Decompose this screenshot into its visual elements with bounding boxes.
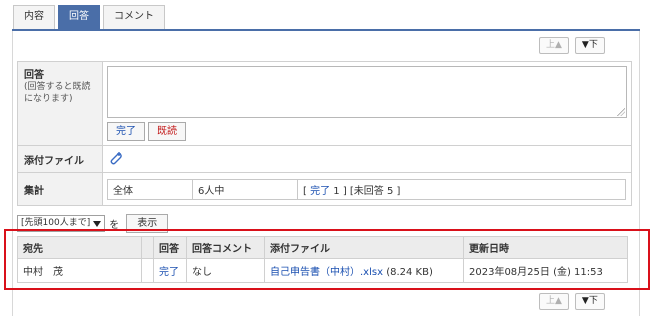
answer-form: 回答 (回答すると既読になります) 完了 既読 添付ファイル 集計 全体 6人中… <box>17 61 632 206</box>
nav-top: 上▲ ▼下 <box>539 37 605 54</box>
summary-cell: 全体 6人中 [ 完了 1 ] [未回答 5 ] <box>102 172 632 206</box>
summary-done-link[interactable]: 完了 <box>310 186 330 197</box>
up-button-bottom[interactable]: 上▲ <box>539 293 569 310</box>
tab-bar: 内容 回答 コメント <box>13 5 165 29</box>
answer-note: (回答すると既読になります) <box>24 82 91 104</box>
down-button-bottom[interactable]: ▼下 <box>574 293 605 310</box>
resize-handle-icon[interactable] <box>617 108 625 116</box>
read-button[interactable]: 既読 <box>148 122 186 141</box>
chevron-down-icon <box>93 220 102 227</box>
summary-count: 6人中 <box>192 178 298 200</box>
nav-bottom: 上▲ ▼下 <box>539 293 605 310</box>
summary-status: [ 完了 1 ] [未回答 5 ] <box>297 178 626 200</box>
up-button[interactable]: 上▲ <box>539 37 569 54</box>
attachment-cell <box>102 145 632 173</box>
summary-label: 集計 <box>17 172 103 206</box>
answer-value-cell: 完了 既読 <box>102 61 632 146</box>
paperclip-add-icon[interactable] <box>109 151 123 168</box>
summary-table: 全体 6人中 [ 完了 1 ] [未回答 5 ] <box>107 178 626 200</box>
answer-buttons: 完了 既読 <box>107 122 627 141</box>
attachment-label: 添付ファイル <box>17 145 103 173</box>
done-button[interactable]: 完了 <box>107 122 145 141</box>
tab-answer[interactable]: 回答 <box>58 5 100 29</box>
summary-scope: 全体 <box>107 178 193 200</box>
tab-content[interactable]: 内容 <box>13 5 55 29</box>
highlight-box <box>4 229 650 290</box>
down-button[interactable]: ▼下 <box>574 37 605 54</box>
answer-textarea[interactable] <box>107 66 627 118</box>
answer-label-cell: 回答 (回答すると既読になります) <box>17 61 103 146</box>
answer-label: 回答 <box>24 70 44 81</box>
tab-comment[interactable]: コメント <box>103 5 165 29</box>
